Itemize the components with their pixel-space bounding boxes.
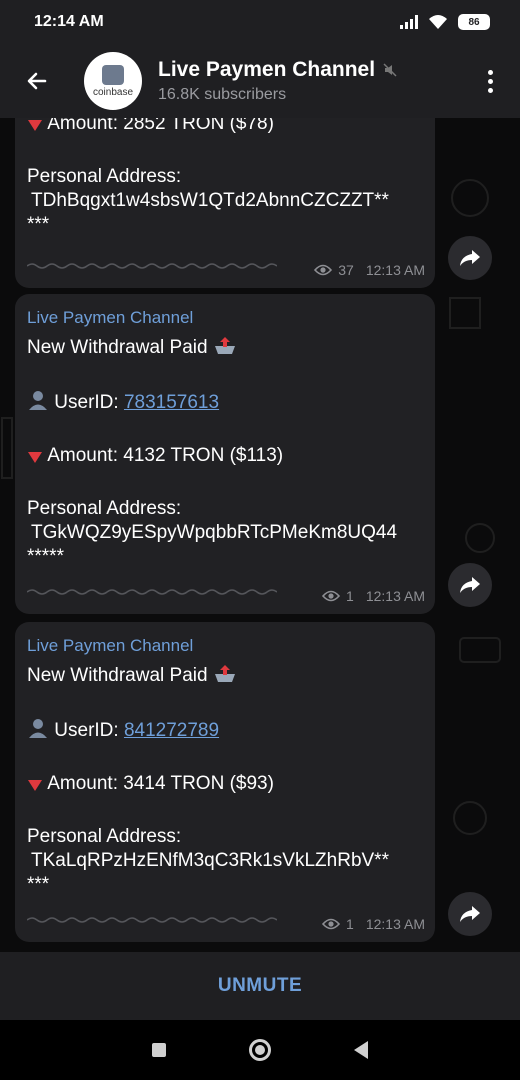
amount-text: Amount: 3414 TRON ($93) xyxy=(47,773,274,794)
address-label: Personal Address: xyxy=(27,166,182,187)
address-label: Personal Address: xyxy=(27,498,182,519)
address-label: Personal Address: xyxy=(27,826,182,847)
more-options-button[interactable] xyxy=(460,44,520,118)
wavy-divider xyxy=(27,917,277,923)
amount-text: Amount: 2852 TRON ($78) xyxy=(47,118,274,134)
address-value-cont: ***** xyxy=(27,546,64,567)
system-nav-bar xyxy=(0,1020,520,1080)
share-button[interactable] xyxy=(448,892,492,936)
back-button[interactable] xyxy=(0,44,74,118)
subscriber-count: 16.8K subscribers xyxy=(158,86,287,103)
red-triangle-icon xyxy=(27,118,43,139)
address-value: TKaLqRPzHzENfM3qC3Rk1sVkLZhRbV** xyxy=(31,850,389,871)
userid-label: UserID: xyxy=(54,720,119,741)
share-arrow-icon xyxy=(460,577,480,593)
more-vert-icon xyxy=(487,69,493,75)
channel-title: Live Paymen Channel xyxy=(158,58,460,82)
wavy-divider xyxy=(27,263,277,269)
address-value: TDhBqgxt1w4sbsW1QTd2AbnnCZCZZT** xyxy=(31,190,389,211)
message-meta: 37 12:13 AM xyxy=(314,262,425,278)
userid-link[interactable]: 841272789 xyxy=(124,720,219,741)
eye-icon xyxy=(322,918,341,930)
userid-link[interactable]: 783157613 xyxy=(124,392,219,413)
channel-title-text: Live Paymen Channel xyxy=(158,58,376,81)
eye-icon xyxy=(322,590,341,602)
address-value-cont: *** xyxy=(27,214,50,235)
userid-label: UserID: xyxy=(54,392,119,413)
view-count: 1 xyxy=(346,916,354,932)
bust-silhouette-icon xyxy=(27,717,49,746)
message-title: New Withdrawal Paid xyxy=(27,664,423,691)
eye-icon xyxy=(314,264,333,276)
wavy-divider xyxy=(27,589,277,595)
unmute-button[interactable]: UNMUTE xyxy=(218,975,302,997)
avatar-logo-text: coinbase xyxy=(92,86,134,98)
channel-avatar[interactable]: coinbase xyxy=(84,52,142,110)
message-time: 12:13 AM xyxy=(365,262,425,278)
status-icons: 86 xyxy=(400,14,490,30)
arrow-left-icon xyxy=(27,72,47,90)
message-meta: 1 12:13 AM xyxy=(322,588,425,604)
unmute-bar: UNMUTE xyxy=(0,952,520,1020)
share-button[interactable] xyxy=(448,236,492,280)
amount-line: Amount: 4132 TRON ($113) xyxy=(27,444,423,471)
message-bubble[interactable]: Amount: 2852 TRON ($78) Personal Address… xyxy=(15,118,435,288)
wifi-icon xyxy=(429,15,447,29)
nav-back-icon[interactable] xyxy=(354,1041,369,1059)
status-bar: 12:14 AM 86 xyxy=(0,0,520,44)
address-value-cont: *** xyxy=(27,874,50,895)
view-count: 37 xyxy=(338,262,354,278)
message-meta: 1 12:13 AM xyxy=(322,916,425,932)
message-channel-name[interactable]: Live Paymen Channel xyxy=(27,308,423,330)
message-title: New Withdrawal Paid xyxy=(27,336,423,363)
red-triangle-icon xyxy=(27,447,43,471)
message-bubble[interactable]: Live Paymen Channel New Withdrawal Paid … xyxy=(15,294,435,614)
battery-icon: 86 xyxy=(458,14,490,30)
share-button[interactable] xyxy=(448,563,492,607)
amount-text: Amount: 4132 TRON ($113) xyxy=(47,445,284,466)
status-time: 12:14 AM xyxy=(34,13,104,30)
outbox-tray-icon xyxy=(213,336,237,363)
address-value: TGkWQZ9yESpyWpqbbRTcPMeKm8UQ44 xyxy=(31,522,398,543)
amount-line: Amount: 2852 TRON ($78) xyxy=(27,118,423,139)
channel-info[interactable]: Live Paymen Channel 16.8K subscribers xyxy=(158,58,460,104)
amount-line: Amount: 3414 TRON ($93) xyxy=(27,772,423,799)
message-title-text: New Withdrawal Paid xyxy=(27,337,208,358)
channel-header: coinbase Live Paymen Channel 16.8K subsc… xyxy=(0,44,520,118)
message-list[interactable]: Amount: 2852 TRON ($78) Personal Address… xyxy=(0,118,520,952)
userid-line: UserID: 783157613 xyxy=(27,389,423,418)
home-icon[interactable] xyxy=(248,1039,271,1061)
message-time: 12:13 AM xyxy=(365,916,425,932)
userid-line: UserID: 841272789 xyxy=(27,717,423,746)
message-bubble[interactable]: Live Paymen Channel New Withdrawal Paid … xyxy=(15,622,435,942)
coins-icon xyxy=(102,64,124,85)
muted-icon xyxy=(383,63,397,77)
message-time: 12:13 AM xyxy=(365,588,425,604)
view-count: 1 xyxy=(346,588,354,604)
share-arrow-icon xyxy=(460,906,480,922)
message-title-text: New Withdrawal Paid xyxy=(27,665,208,686)
recents-icon[interactable] xyxy=(151,1043,166,1057)
bust-silhouette-icon xyxy=(27,389,49,418)
red-triangle-icon xyxy=(27,775,43,799)
share-arrow-icon xyxy=(460,250,480,266)
signal-icon xyxy=(400,15,418,29)
message-channel-name[interactable]: Live Paymen Channel xyxy=(27,636,423,658)
outbox-tray-icon xyxy=(213,664,237,691)
